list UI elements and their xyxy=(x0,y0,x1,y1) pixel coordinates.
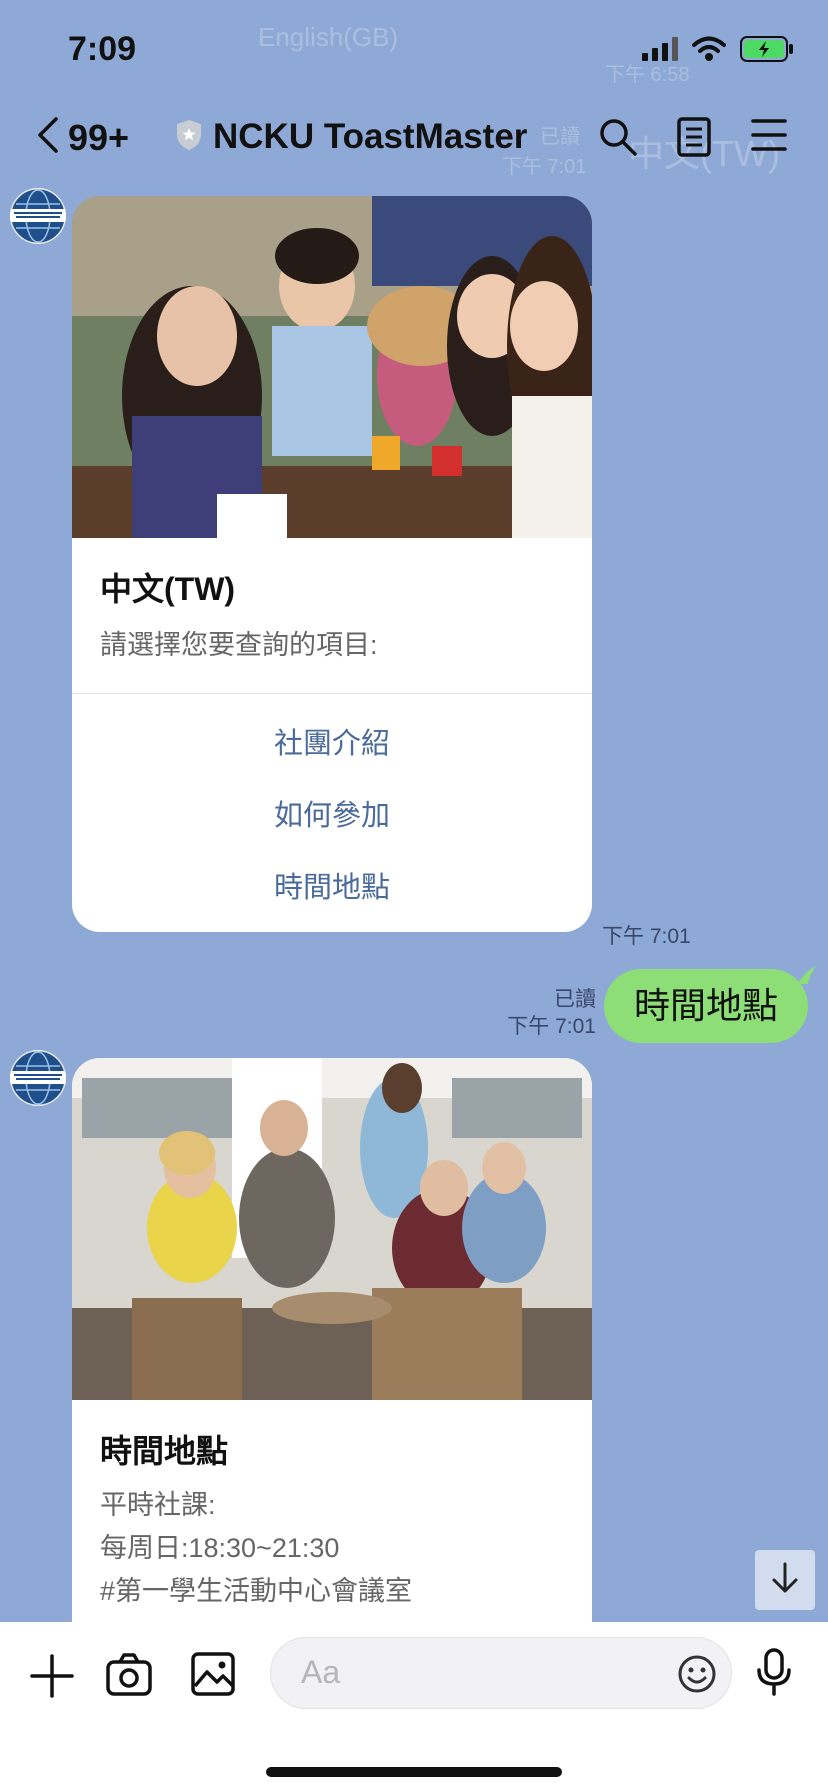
wifi-icon xyxy=(692,36,726,67)
scroll-to-bottom-button[interactable] xyxy=(755,1550,815,1610)
card-line-schedule: 每周日:18:30~21:30 xyxy=(100,1533,340,1563)
shield-icon xyxy=(175,118,203,157)
status-icons xyxy=(642,36,794,67)
message-input-bar: Aa xyxy=(0,1622,828,1792)
chat-header: 99+ NCKU ToastMaster xyxy=(0,105,828,175)
outgoing-message-bubble[interactable]: 時間地點 xyxy=(603,969,808,1043)
card-title: 時間地點 xyxy=(100,1433,229,1469)
read-receipt: 已讀 xyxy=(554,988,596,1011)
chat-title: NCKU ToastMaster xyxy=(213,117,528,156)
unread-count: 99+ xyxy=(68,116,130,158)
message-time: 下午 7:01 xyxy=(602,925,691,948)
search-icon[interactable] xyxy=(598,117,638,162)
plus-icon[interactable] xyxy=(30,1654,74,1703)
header-actions xyxy=(598,117,788,162)
camera-icon[interactable] xyxy=(106,1652,152,1701)
signal-icon xyxy=(642,37,678,66)
option-how-to-join[interactable]: 如何參加 xyxy=(72,780,592,852)
option-club-intro[interactable]: 社團介紹 xyxy=(72,708,592,780)
battery-icon xyxy=(740,36,794,67)
image-icon[interactable] xyxy=(191,1652,235,1701)
emoji-icon[interactable] xyxy=(677,1654,717,1699)
message-card-time-location: 時間地點 平時社課: 每周日:18:30~21:30 #第一學生活動中心會議室 xyxy=(72,1058,592,1658)
card-image-group-lounge xyxy=(72,1058,592,1400)
message-input[interactable]: Aa xyxy=(270,1637,732,1709)
card-line-regular-meeting: 平時社課: xyxy=(100,1490,216,1520)
notes-icon[interactable] xyxy=(676,117,712,162)
back-button[interactable]: 99+ xyxy=(34,115,129,160)
home-indicator xyxy=(266,1767,562,1777)
chevron-left-icon xyxy=(34,115,60,160)
sender-avatar[interactable] xyxy=(10,1050,66,1106)
card-line-location: #第一學生活動中心會議室 xyxy=(100,1576,413,1606)
sender-avatar[interactable] xyxy=(10,188,66,244)
outgoing-time: 下午 7:01 xyxy=(507,1015,596,1038)
message-card-language: 中文(TW) 請選擇您要查詢的項目: 社團介紹 如何參加 時間地點 xyxy=(72,196,592,932)
microphone-icon[interactable] xyxy=(756,1648,792,1701)
menu-icon[interactable] xyxy=(750,117,788,162)
bubble-tail xyxy=(798,966,816,984)
card-title: 中文(TW) xyxy=(100,571,236,607)
arrow-down-icon xyxy=(770,1561,800,1600)
message-input-placeholder: Aa xyxy=(301,1654,341,1690)
card-image-friends-cafe xyxy=(72,196,592,538)
option-time-location[interactable]: 時間地點 xyxy=(72,852,592,924)
status-time: 7:09 xyxy=(68,30,137,68)
card-subtitle: 請選擇您要查詢的項目: xyxy=(100,630,378,660)
chat-title-area[interactable]: NCKU ToastMaster xyxy=(175,117,527,157)
status-bar: 7:09 xyxy=(0,0,828,100)
